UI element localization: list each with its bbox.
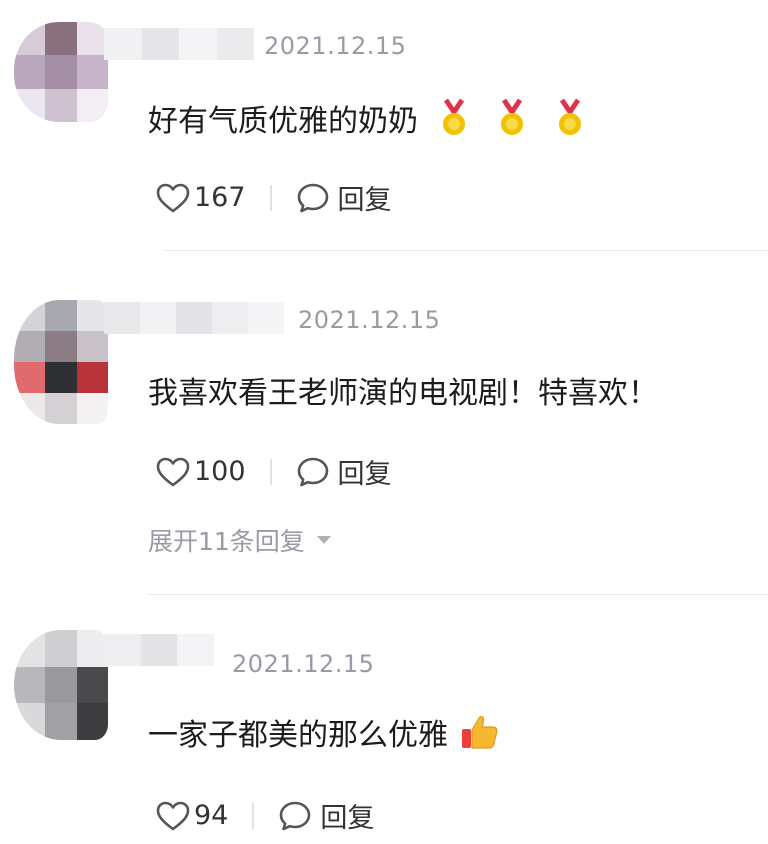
- comment-actions: 94 回复: [156, 796, 374, 835]
- comment-bubble-icon: [297, 183, 328, 212]
- reply-label: 回复: [337, 459, 392, 490]
- heart-icon: [156, 801, 190, 830]
- comment-text-content: 好有气质优雅的奶奶: [148, 104, 418, 139]
- comment-text-content: 一家子都美的那么优雅: [148, 718, 448, 753]
- username-blurred[interactable]: [104, 634, 215, 666]
- action-separator: [252, 802, 255, 829]
- username-blurred[interactable]: [104, 28, 254, 60]
- action-separator: [269, 184, 272, 211]
- reply-button[interactable]: 回复: [278, 796, 374, 835]
- medal-icon: [501, 98, 523, 135]
- expand-replies-label: 展开11条回复: [148, 527, 305, 556]
- like-count: 94: [194, 800, 229, 831]
- expand-replies-button[interactable]: 展开11条回复: [148, 522, 331, 558]
- thumbs-up-icon: [462, 715, 498, 749]
- comment-date: 2021.12.15: [264, 32, 407, 60]
- like-count: 167: [194, 182, 246, 213]
- comment-text: 我喜欢看王老师演的电视剧！特喜欢！: [148, 376, 658, 411]
- comment-divider: [148, 594, 768, 595]
- like-count: 100: [194, 456, 246, 487]
- comment-date: 2021.12.15: [232, 650, 375, 678]
- comment-bubble-icon: [280, 801, 311, 830]
- comment-date: 2021.12.15: [298, 306, 441, 334]
- reply-label: 回复: [320, 803, 375, 834]
- comment-divider: [164, 250, 768, 251]
- like-button[interactable]: 94: [156, 800, 228, 831]
- medal-icon: [559, 98, 581, 135]
- heart-icon: [156, 183, 190, 212]
- caret-down-icon: [316, 536, 331, 544]
- action-separator: [269, 458, 272, 485]
- username-blurred[interactable]: [104, 302, 284, 334]
- avatar[interactable]: [14, 300, 108, 424]
- like-button[interactable]: 167: [156, 182, 246, 213]
- medal-icon: [443, 98, 465, 135]
- avatar[interactable]: [14, 630, 108, 740]
- reply-button[interactable]: 回复: [296, 452, 392, 491]
- like-button[interactable]: 100: [156, 456, 246, 487]
- comment-actions: 100 回复: [156, 452, 392, 491]
- avatar[interactable]: [14, 22, 108, 122]
- comment-text: 好有气质优雅的奶奶: [148, 96, 588, 140]
- comment-bubble-icon: [297, 457, 328, 486]
- reply-button[interactable]: 回复: [296, 178, 392, 217]
- comment-actions: 167 回复: [156, 178, 392, 217]
- comment-text: 一家子都美的那么优雅: [148, 710, 500, 754]
- reply-label: 回复: [337, 185, 392, 216]
- heart-icon: [156, 457, 190, 486]
